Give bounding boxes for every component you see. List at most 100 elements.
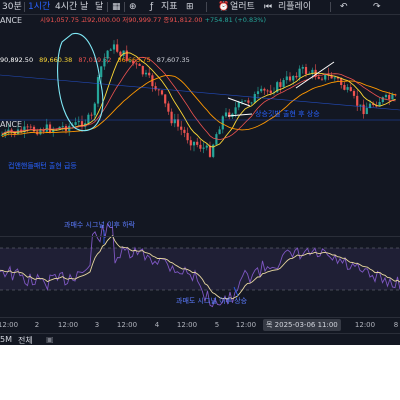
candle-body <box>87 114 90 124</box>
candle-body <box>282 80 285 87</box>
candle-body <box>196 141 199 145</box>
candle-body <box>167 103 170 112</box>
time-tick: 12:00 <box>0 321 19 329</box>
candle-body <box>208 145 212 157</box>
candle-body <box>320 78 324 80</box>
candle-body <box>356 95 359 106</box>
candle-body <box>205 145 208 148</box>
time-tick: 12:00 <box>354 321 376 329</box>
candle-body <box>349 87 352 92</box>
annotation-overbought: 과매수 시그널 이후 하락 <box>64 221 136 229</box>
candle-body <box>119 51 122 56</box>
candle-body <box>199 144 202 149</box>
candle-body <box>346 87 349 90</box>
candle-body <box>292 75 295 81</box>
candle-body <box>96 77 100 104</box>
time-tick: 8 <box>393 321 399 329</box>
candle-body <box>141 65 144 75</box>
chart-app: 30분 1시간 4시간 날 달 ▦ ⊕ ƒ 지표 ⊞ ⏰ 얼러트 ⏮ 리플레이 … <box>0 0 400 345</box>
candle-body <box>218 129 221 135</box>
candle-body <box>148 72 151 76</box>
candle-body <box>180 126 183 130</box>
candle-body <box>39 129 42 135</box>
candle-body <box>234 107 237 114</box>
candle-body <box>106 50 109 59</box>
candle-body <box>391 94 394 100</box>
time-tick: 2 <box>34 321 40 329</box>
candle-body <box>304 67 308 75</box>
candle-body <box>263 88 266 91</box>
candle-body <box>250 102 253 104</box>
candle-body <box>154 86 157 90</box>
candle-body <box>253 94 256 103</box>
annotation-oversold: 과매도 시그널 이후 상승 <box>176 297 248 305</box>
candle-body <box>388 94 391 100</box>
annotation-cup-handle: 컵앤핸들패턴 출현 급등 <box>8 162 77 170</box>
candle-body <box>285 76 288 81</box>
annotation-flag-breakout: 상승깃발 출현 후 상승 <box>255 110 320 118</box>
candle-body <box>170 111 173 124</box>
candle-body <box>269 90 272 94</box>
candle-body <box>103 58 106 67</box>
candle-body <box>384 94 388 98</box>
candle-body <box>183 129 186 133</box>
time-tick: 12:00 <box>176 321 198 329</box>
calendar-icon[interactable]: ▣ <box>46 335 54 344</box>
time-tick: 5 <box>214 321 220 329</box>
candle-body <box>157 89 160 91</box>
candle-body <box>48 124 52 133</box>
candle-body <box>202 147 205 149</box>
candle-body <box>138 63 141 66</box>
candle-body <box>224 112 228 117</box>
candle-body <box>189 140 192 146</box>
candle-body <box>244 100 247 102</box>
time-tick: 4 <box>154 321 160 329</box>
candle-body <box>221 116 224 130</box>
candle-body <box>176 119 180 127</box>
candle-body <box>266 90 269 92</box>
candle-body <box>260 88 263 92</box>
candle-body <box>333 77 336 79</box>
candle-body <box>109 49 112 51</box>
candle-body <box>26 126 29 128</box>
candle-body <box>128 60 132 62</box>
candle-body <box>45 124 48 132</box>
price-chart-canvas[interactable] <box>0 0 400 345</box>
candle-body <box>381 97 384 103</box>
candle-body <box>365 108 368 115</box>
candle-body <box>77 121 80 123</box>
candle-body <box>298 68 301 78</box>
time-tick: 12:00 <box>116 321 138 329</box>
pane-divider[interactable] <box>0 236 400 237</box>
candle-body <box>112 44 116 50</box>
candle-body <box>362 104 365 115</box>
candle-body <box>301 67 304 69</box>
candle-body <box>256 91 260 95</box>
time-axis[interactable]: 12:00 2 12:00 3 12:00 4 12:00 5 12:00 목 … <box>0 317 400 332</box>
candle-body <box>352 91 356 96</box>
candle-body <box>288 76 292 81</box>
range-5m-button[interactable]: 5M <box>0 335 12 344</box>
candle-body <box>29 126 32 128</box>
candle-body <box>279 82 282 87</box>
candle-body <box>343 85 346 90</box>
candle-body <box>100 66 103 78</box>
candle-body <box>295 75 298 78</box>
candle-body <box>164 94 167 104</box>
candle-body <box>61 125 64 127</box>
time-tick: 12:00 <box>57 321 79 329</box>
range-bar: 5M 전체 ▣ <box>0 333 400 345</box>
candle-body <box>240 101 244 103</box>
candle-body <box>74 122 77 125</box>
candle-body <box>317 76 320 79</box>
candle-body <box>359 104 362 106</box>
candle-body <box>32 126 36 132</box>
crosshair-date-label: 목 2025-03-06 11:00 <box>263 319 341 331</box>
range-all-button[interactable]: 전체 <box>18 335 33 345</box>
candle-body <box>135 63 138 65</box>
candle-body <box>144 72 148 75</box>
candle-body <box>125 50 128 61</box>
candle-body <box>93 103 96 116</box>
rsi-band-background <box>0 248 400 290</box>
time-tick: 12:00 <box>235 321 257 329</box>
